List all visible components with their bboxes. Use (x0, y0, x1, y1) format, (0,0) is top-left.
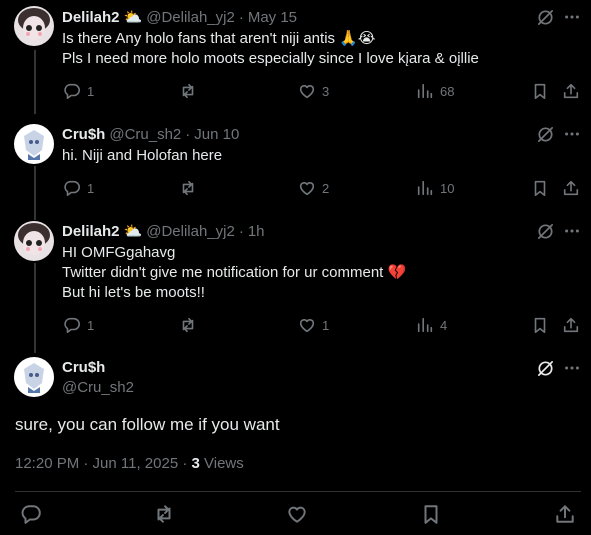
badge-emoji: ⛅ (123, 223, 143, 240)
timestamp[interactable]: 1h (248, 223, 265, 240)
tweet-text: HI OMFGgahavg Twitter didn't give me not… (62, 244, 407, 301)
timestamp[interactable]: May 15 (248, 9, 297, 26)
reply-button[interactable] (20, 503, 42, 530)
like-count: 2 (322, 180, 330, 196)
like-icon (299, 319, 315, 333)
like-icon (288, 506, 306, 523)
handle[interactable]: @Cru_sh2 (62, 379, 134, 396)
repost-icon (157, 505, 171, 523)
like-icon (299, 85, 315, 99)
share-icon (563, 317, 579, 333)
repost-button[interactable] (179, 81, 203, 101)
reply-count: 1 (87, 180, 95, 196)
reply-icon (64, 83, 80, 100)
tweet-time[interactable]: 12:20 PM · Jun 11, 2025 · (15, 455, 192, 472)
repost-button[interactable] (179, 178, 203, 198)
bookmark-icon (534, 317, 546, 334)
share-button[interactable] (562, 81, 580, 101)
separator: · (238, 8, 244, 26)
more-icon[interactable] (563, 8, 581, 31)
views-label: Views (199, 455, 244, 472)
views-button[interactable]: 4 (416, 315, 447, 335)
separator: · (185, 125, 191, 143)
avatar[interactable] (14, 221, 54, 261)
repost-icon (182, 83, 194, 99)
bookmark-button[interactable] (531, 178, 549, 198)
like-icon (299, 182, 315, 196)
reply-count: 1 (87, 317, 95, 333)
reply-icon (64, 180, 80, 197)
views-count: 4 (440, 317, 448, 333)
like-count: 3 (322, 83, 330, 99)
bookmark-icon (534, 83, 546, 100)
reply-count: 1 (87, 83, 95, 99)
separator: · (238, 222, 244, 240)
share-icon (563, 180, 579, 196)
repost-icon (182, 317, 194, 333)
views-count: 10 (440, 180, 455, 196)
repost-icon (182, 180, 194, 196)
thread-line (34, 166, 36, 220)
tweet-header: Delilah2 ⛅ @Delilah_yj2 · May 15 (62, 7, 297, 27)
share-button[interactable] (554, 503, 576, 530)
thread-line (34, 50, 36, 114)
thread-line (34, 263, 36, 353)
bookmark-button[interactable] (531, 81, 549, 101)
like-button[interactable]: 2 (298, 178, 329, 198)
handle[interactable]: @Delilah_yj2 (146, 223, 235, 240)
repost-button[interactable] (153, 503, 175, 530)
display-name[interactable]: Cru$h (62, 126, 105, 143)
repost-button[interactable] (179, 315, 203, 335)
avatar[interactable] (14, 6, 54, 46)
avatar[interactable] (14, 357, 54, 397)
tweet-text: hi. Niji and Holofan here (62, 147, 223, 164)
divider (15, 491, 581, 492)
badge-emoji: ⛅ (123, 9, 143, 26)
bookmark-button[interactable] (420, 503, 442, 530)
views-button[interactable]: 10 (416, 178, 454, 198)
like-button[interactable]: 1 (298, 315, 329, 335)
like-count: 1 (322, 317, 330, 333)
tweet-header: Cru$h @Cru_sh2 · Jun 10 (62, 124, 239, 144)
bookmark-button[interactable] (531, 315, 549, 335)
handle[interactable]: @Cru_sh2 (109, 126, 181, 143)
display-name[interactable]: Delilah2 (62, 223, 120, 240)
reply-icon (64, 317, 80, 334)
tweet-text: Is there Any holo fans that aren't niji … (62, 30, 479, 67)
share-icon (556, 505, 574, 523)
reply-button[interactable]: 1 (63, 81, 94, 101)
more-icon[interactable] (563, 222, 581, 245)
focused-tweet-text: sure, you can follow me if you want (15, 415, 280, 434)
like-button[interactable] (286, 503, 308, 530)
reply-icon (21, 505, 41, 524)
bookmark-icon (424, 505, 438, 524)
grok-icon[interactable] (536, 359, 555, 383)
avatar[interactable] (14, 124, 54, 164)
tweet-timestamp-line: 12:20 PM · Jun 11, 2025 · 3 Views (15, 455, 244, 472)
display-name[interactable]: Cru$h (62, 359, 105, 376)
timestamp[interactable]: Jun 10 (194, 126, 239, 143)
more-icon[interactable] (563, 359, 581, 382)
reply-button[interactable]: 1 (63, 315, 94, 335)
views-icon (417, 317, 433, 333)
more-icon[interactable] (563, 125, 581, 148)
like-button[interactable]: 3 (298, 81, 329, 101)
share-button[interactable] (562, 178, 580, 198)
view-count: 3 (191, 455, 200, 472)
views-count: 68 (440, 83, 455, 99)
tweet-header: Delilah2 ⛅ @Delilah_yj2 · 1h (62, 221, 265, 241)
share-icon (563, 83, 579, 99)
display-name[interactable]: Delilah2 (62, 9, 120, 26)
share-button[interactable] (562, 315, 580, 335)
bookmark-icon (534, 180, 546, 197)
handle[interactable]: @Delilah_yj2 (146, 9, 235, 26)
views-button[interactable]: 68 (416, 81, 454, 101)
reply-button[interactable]: 1 (63, 178, 94, 198)
views-icon (417, 83, 433, 99)
views-icon (417, 180, 433, 196)
